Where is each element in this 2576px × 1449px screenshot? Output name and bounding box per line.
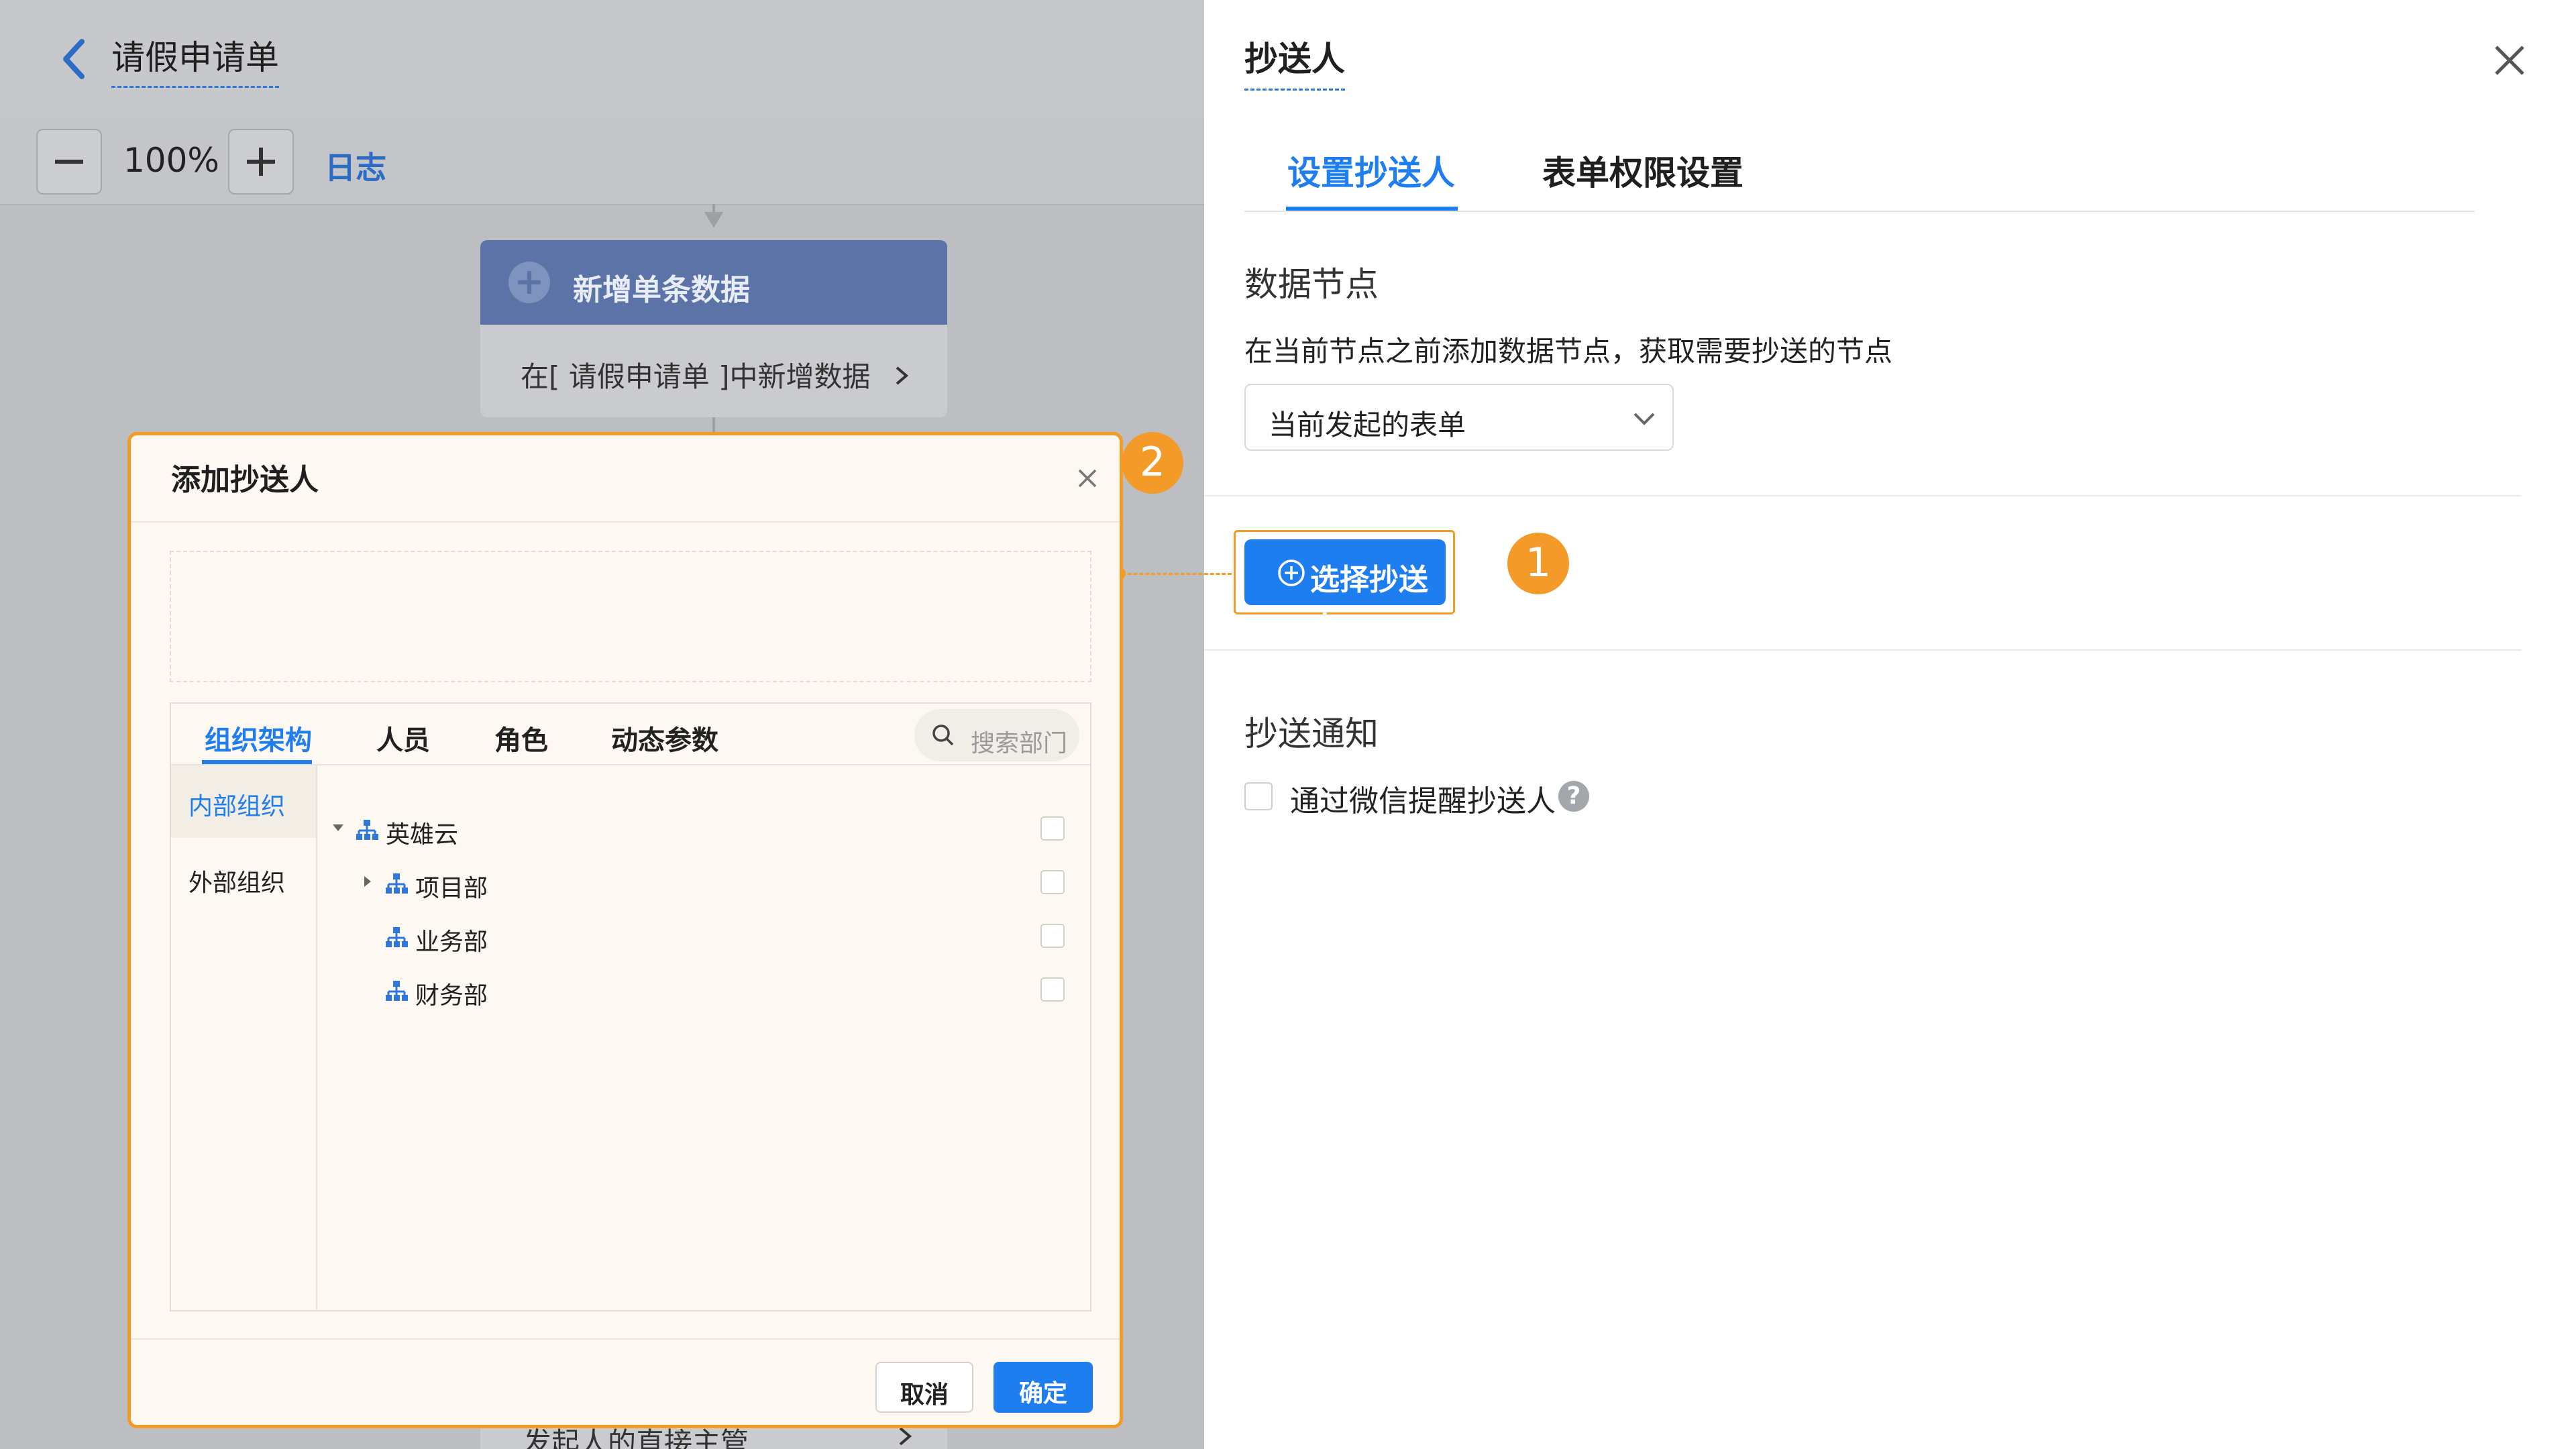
zoom-out-button[interactable] — [36, 129, 102, 195]
tree-row[interactable]: 财务部 — [316, 964, 1087, 1016]
workflow-title[interactable]: 请假申请单 — [111, 31, 279, 88]
node-header: + 新增单条数据 — [480, 240, 947, 325]
dialog-divider — [131, 521, 1120, 523]
plus-icon — [247, 148, 275, 176]
chevron-right-icon — [894, 360, 909, 393]
notify-section-title: 抄送通知 — [1244, 714, 1379, 753]
confirm-button-label: 确定 — [1018, 1380, 1067, 1407]
caret-right-icon[interactable] — [360, 874, 375, 889]
tab-set-recipients[interactable]: 设置抄送人 — [1287, 146, 1455, 195]
org-type-sidebar: 内部组织 外部组织 — [171, 765, 317, 1310]
dialog-title: 添加抄送人 — [171, 463, 319, 497]
workflow-node-card[interactable]: + 新增单条数据 在[ 请假申请单 ]中新增数据 — [480, 240, 947, 417]
add-circle-icon — [1278, 559, 1305, 586]
recipient-settings-drawer: 抄送人 设置抄送人 表单权限设置 数据节点 在当前节点之前添加数据节点，获取需要… — [1204, 0, 2576, 1449]
help-icon[interactable]: ? — [1558, 781, 1589, 812]
sidebar-item-label: 内部组织 — [189, 793, 286, 820]
add-circle-icon: + — [508, 262, 550, 303]
org-tree-icon — [386, 981, 408, 1001]
close-icon[interactable] — [1075, 466, 1099, 490]
org-tree-icon — [386, 873, 408, 894]
chevron-down-icon — [1633, 413, 1655, 425]
connector-arrow-icon — [704, 212, 723, 228]
node-description-text: 在[ 请假申请单 ]中新增数据 — [521, 360, 871, 393]
callout-badge-1: 1 — [1507, 533, 1569, 594]
connector-line — [712, 417, 715, 433]
data-node-description: 在当前节点之前添加数据节点，获取需要抄送的节点 — [1244, 335, 1893, 368]
tree-row[interactable]: 业务部 — [316, 910, 1087, 963]
select-recipient-button[interactable]: 选择抄送人 — [1244, 539, 1446, 640]
tree-row[interactable]: 项目部 — [316, 857, 1087, 909]
confirm-button[interactable]: 确定 — [994, 1362, 1093, 1413]
node-description: 在[ 请假申请单 ]中新增数据 — [521, 354, 909, 395]
recipient-picker: 组织架构 人员 角色 动态参数 搜索部门 内部组织 外部组织 英雄云 项目部 业… — [170, 702, 1091, 1311]
cancel-button-label: 取消 — [900, 1381, 949, 1409]
tab-divider — [1244, 211, 2475, 212]
sidebar-item-external[interactable]: 外部组织 — [189, 863, 285, 898]
tree-row[interactable]: 英雄云 — [316, 803, 1087, 855]
tab-organization[interactable]: 组织架构 — [205, 718, 312, 757]
wechat-notify-checkbox[interactable] — [1244, 782, 1273, 810]
tree-checkbox[interactable] — [1040, 816, 1065, 841]
close-icon[interactable] — [2491, 42, 2528, 79]
log-link[interactable]: 日志 — [325, 144, 386, 188]
cancel-button[interactable]: 取消 — [875, 1362, 973, 1413]
tree-label: 英雄云 — [386, 821, 459, 849]
data-node-select[interactable]: 当前发起的表单 — [1244, 384, 1674, 451]
search-icon — [932, 724, 954, 746]
section-divider — [1204, 649, 2522, 651]
back-arrow-icon[interactable] — [55, 35, 95, 83]
department-search-input[interactable]: 搜索部门 — [914, 709, 1079, 761]
tab-form-permissions[interactable]: 表单权限设置 — [1542, 146, 1743, 195]
data-node-select-value: 当前发起的表单 — [1269, 409, 1466, 441]
section-divider — [1204, 495, 2522, 496]
search-placeholder: 搜索部门 — [971, 730, 1067, 757]
tree-checkbox[interactable] — [1040, 870, 1065, 894]
tree-checkbox[interactable] — [1040, 977, 1065, 1002]
selected-recipients-area[interactable] — [170, 551, 1091, 682]
tree-label: 业务部 — [415, 928, 488, 956]
zoom-in-button[interactable] — [228, 129, 294, 195]
tree-label: 财务部 — [415, 982, 488, 1010]
minus-icon — [55, 160, 83, 164]
node-title: 新增单条数据 — [573, 273, 750, 307]
zoom-level: 100% — [123, 141, 219, 180]
tab-dynamic-params[interactable]: 动态参数 — [611, 718, 718, 757]
tab-people[interactable]: 人员 — [376, 718, 430, 757]
sidebar-item-internal[interactable]: 内部组织 — [171, 765, 316, 838]
callout-leader-line — [1122, 573, 1232, 575]
dialog-divider — [131, 1338, 1120, 1340]
org-tree-icon — [356, 820, 378, 840]
callout-badge-2: 2 — [1122, 432, 1183, 494]
tree-label: 项目部 — [415, 875, 488, 902]
data-node-section-title: 数据节点 — [1244, 265, 1379, 304]
add-recipient-dialog: 添加抄送人 组织架构 人员 角色 动态参数 搜索部门 内部组织 外部组织 英雄云 — [127, 432, 1123, 1428]
tab-roles[interactable]: 角色 — [494, 718, 548, 757]
caret-down-icon[interactable] — [331, 820, 345, 835]
wechat-notify-label: 通过微信提醒抄送人 — [1290, 784, 1556, 818]
org-tree-icon — [386, 927, 408, 947]
select-recipient-label: 选择抄送人 — [1310, 563, 1428, 640]
drawer-title: 抄送人 — [1244, 32, 1345, 91]
tree-checkbox[interactable] — [1040, 924, 1065, 948]
chevron-right-icon — [899, 1427, 912, 1446]
